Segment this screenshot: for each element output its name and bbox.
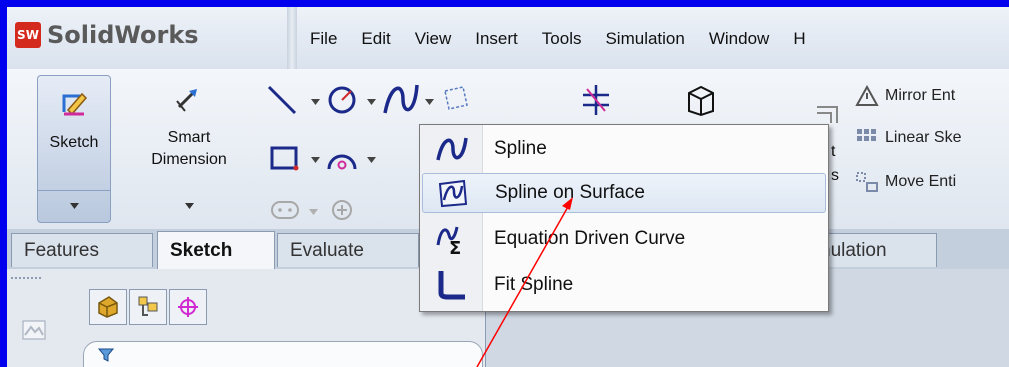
menu-item-label: Fit Spline [494,274,574,295]
spline-icon[interactable] [381,81,421,117]
logo-badge: SW [15,22,41,48]
app-logo: SW SolidWorks [15,21,199,49]
mirror-entities-label[interactable]: Mirror Ent [885,87,955,105]
chevron-down-icon[interactable] [367,99,376,105]
smart-label-2: Dimension [151,151,227,168]
fit-spline-icon [438,271,465,300]
sketch-label: Sketch [49,134,99,151]
spline-dropdown-menu: Spline Spline on Surface Σ Equation Driv… [419,124,829,312]
crosshair-icon [178,297,198,317]
convert-entities-icon[interactable] [683,83,717,117]
move-entities-icon[interactable] [855,171,879,193]
menu-edit[interactable]: Edit [361,29,390,49]
menu-item-spline[interactable]: Spline [422,129,826,169]
linear-sketch-pattern-label[interactable]: Linear Ske [885,129,962,147]
sketch-dropdown[interactable] [38,190,110,221]
chevron-down-icon[interactable] [311,99,320,105]
solidworks-window: SW SolidWorks File Edit View Insert Tool… [7,7,1009,367]
chevron-down-icon[interactable] [367,157,376,163]
menu-help[interactable]: H [793,29,805,49]
chevron-down-icon [185,203,194,209]
menu-item-fit-spline[interactable]: Fit Spline [422,265,826,305]
feature-tree-icon [98,296,118,318]
plane-icon[interactable] [441,83,471,113]
offset-label-partial: t [831,143,836,160]
menu-separator [287,7,297,69]
smart-dimension-button[interactable]: Smart Dimension [133,85,245,221]
property-manager-icon [138,296,158,316]
menu-view[interactable]: View [415,29,452,49]
collapse-panel-icon[interactable] [21,319,47,341]
app-name: SolidWorks [47,21,199,49]
offset-label-partial-2: s [831,167,839,184]
mirror-entities-icon[interactable] [855,85,879,107]
menu-tools[interactable]: Tools [542,29,582,49]
spline-icon [436,137,468,161]
chevron-down-icon [70,203,79,209]
menu-simulation[interactable]: Simulation [605,29,684,49]
menu-item-equation-driven-curve[interactable]: Σ Equation Driven Curve [422,219,826,259]
menu-bar: SW SolidWorks File Edit View Insert Tool… [7,7,1009,70]
offset-entities-icon[interactable] [813,99,841,127]
chevron-down-icon[interactable] [309,209,318,215]
tab-features[interactable]: Features [11,233,153,267]
menu-item-label: Spline [494,138,547,159]
tab-evaluate[interactable]: Evaluate [277,233,419,267]
sketch-icon [62,92,88,116]
menu-item-label: Spline on Surface [495,182,645,203]
menu-window[interactable]: Window [709,29,769,49]
spline-on-surface-icon [438,179,468,208]
feature-manager-tab[interactable] [89,289,127,325]
menu-insert[interactable]: Insert [475,29,518,49]
circle-icon[interactable] [325,83,359,117]
smart-dimension-icon [176,89,197,112]
svg-text:Σ: Σ [449,238,461,255]
linear-sketch-pattern-icon[interactable] [855,127,879,149]
tab-sketch[interactable]: Sketch [157,231,275,269]
chevron-down-icon[interactable] [311,157,320,163]
filter-box[interactable] [83,341,483,367]
slot-icon[interactable] [269,199,301,221]
move-entities-label[interactable]: Move Enti [885,173,956,191]
chevron-down-icon[interactable] [425,99,434,105]
arc-icon[interactable] [325,143,359,173]
menu-items: File Edit View Insert Tools Simulation W… [310,29,830,49]
feature-manager-pane: » [7,269,486,367]
equation-driven-curve-icon: Σ [436,226,461,255]
sketch-button[interactable]: Sketch [37,75,111,223]
trim-entities-icon[interactable] [579,83,613,117]
configuration-manager-tab[interactable] [169,289,207,325]
rectangle-icon[interactable] [269,145,299,171]
smart-label-1: Smart [167,129,211,146]
filter-icon [98,348,114,362]
menu-item-spline-on-surface[interactable]: Spline on Surface [422,173,826,213]
property-manager-tab[interactable] [129,289,167,325]
point-icon[interactable] [329,197,355,223]
pane-grip[interactable] [11,277,41,283]
line-icon[interactable] [265,83,305,117]
menu-file[interactable]: File [310,29,337,49]
menu-item-label: Equation Driven Curve [494,228,686,249]
